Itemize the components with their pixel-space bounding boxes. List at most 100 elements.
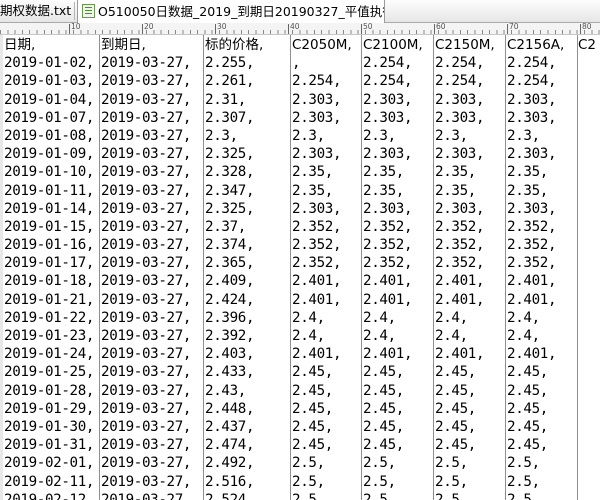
table-cell: 2.325, [205, 200, 255, 217]
table-cell: 2019-03-27, [101, 200, 192, 217]
ruler-number: 20 [144, 23, 154, 31]
table-cell: 2.45, [363, 382, 404, 399]
table-cell: 2019-01-09, [4, 146, 95, 163]
table-cell: 2.3, [363, 127, 396, 144]
table-cell: 2019-01-14, [4, 200, 95, 217]
table-cell: 2019-03-27, [101, 328, 192, 344]
ruler-number: 70 [509, 23, 519, 31]
table-cell: 2.392, [205, 328, 255, 344]
header-cell-c2100m: C2100M, [363, 37, 423, 53]
ruler-major-tick [580, 24, 581, 34]
table-cell: 2019-01-30, [4, 418, 95, 435]
table-cell: 2.45, [292, 437, 333, 454]
table-cell: 2.5, [292, 491, 325, 500]
table-cell: 2.401, [363, 346, 413, 363]
table-cell: 2.4, [435, 328, 468, 344]
table-cell: 2.35, [435, 182, 476, 199]
table-cell: 2.35, [292, 164, 333, 181]
table-cell: 2.31, [205, 91, 246, 108]
table-cell: 2.303, [507, 146, 557, 163]
table-cell: 2.474, [205, 437, 255, 454]
table-cell: 2.45, [292, 364, 333, 381]
table-cell: 2019-03-27, [101, 382, 192, 399]
table-cell: 2.303, [363, 146, 413, 163]
table-cell: 2.261, [205, 73, 255, 90]
table-cell: 2.303, [292, 146, 342, 163]
table-cell: 2019-02-11, [4, 473, 95, 490]
table-cell: 2.352, [435, 237, 485, 254]
table-cell: 2019-01-16, [4, 237, 95, 254]
table-cell: 2.4, [507, 328, 540, 344]
table-cell: 2.45, [507, 418, 548, 435]
table-cell: 2.3, [435, 127, 468, 144]
table-cell: 2.5, [435, 491, 468, 500]
table-cell: 2.401, [507, 291, 557, 308]
table-cell: 2.5, [507, 455, 540, 472]
table-cell: 2019-03-27, [101, 437, 192, 454]
column-guide-line [577, 35, 578, 500]
table-cell: 2019-01-17, [4, 255, 95, 272]
table-cell: 2019-03-27, [101, 55, 192, 72]
table-cell: 2.303, [507, 200, 557, 217]
header-cell-expiry: 到期日, [101, 37, 146, 53]
tab-separator [74, 2, 75, 20]
ruler-number: 40 [290, 23, 300, 31]
table-cell: 2019-03-27, [101, 455, 192, 472]
table-cell: 2019-03-27, [101, 473, 192, 490]
ruler-major-tick [434, 24, 435, 34]
tab-option-data-txt[interactable]: 期权数据.txt [0, 0, 71, 21]
table-cell: 2.45, [507, 364, 548, 381]
table-cell: 2.352, [507, 218, 557, 235]
table-cell: 2.45, [363, 437, 404, 454]
table-cell: 2.35, [363, 164, 404, 181]
table-cell: 2019-03-27, [101, 182, 192, 199]
header-cell-date: 日期, [4, 37, 36, 53]
table-cell: 2.303, [435, 91, 485, 108]
table-cell: 2.4, [435, 309, 468, 326]
table-cell: 2.303, [507, 109, 557, 126]
table-cell: 2.45, [435, 437, 476, 454]
ruler-number: 30 [217, 23, 227, 31]
table-cell: 2019-03-27, [101, 309, 192, 326]
table-cell: 2.516, [205, 473, 255, 490]
table-cell: 2.303, [292, 200, 342, 217]
table-cell: 2.35, [435, 164, 476, 181]
table-cell: 2019-03-27, [101, 273, 192, 290]
tab-label: O510050日数据_2019_到期日20190327_平值执行价.csv [98, 4, 384, 19]
table-cell: 2.303, [435, 200, 485, 217]
tab-option-csv-active[interactable]: O510050日数据_2019_到期日20190327_平值执行价.csv [77, 0, 385, 23]
table-cell: 2.5, [435, 455, 468, 472]
table-cell: 2.254, [507, 55, 557, 72]
column-guide-line [361, 35, 362, 500]
ruler-number: 10 [71, 23, 81, 31]
table-cell: 2.352, [435, 218, 485, 235]
table-cell: 2019-03-27, [101, 73, 192, 90]
ruler-number: 60 [436, 23, 446, 31]
table-cell: , [292, 55, 301, 72]
table-cell: 2019-03-27, [101, 109, 192, 126]
table-cell: 2.433, [205, 364, 255, 381]
table-cell: 2.254, [292, 73, 342, 90]
table-cell: 2.35, [507, 182, 548, 199]
table-cell: 2019-03-27, [101, 418, 192, 435]
table-cell: 2.401, [292, 346, 342, 363]
table-cell: 2.374, [205, 237, 255, 254]
table-cell: 2019-03-27, [101, 291, 192, 308]
table-cell: 2.3, [205, 127, 238, 144]
table-cell: 2.396, [205, 309, 255, 326]
table-cell: 2.492, [205, 455, 255, 472]
table-cell: 2.328, [205, 164, 255, 181]
table-cell: 2.365, [205, 255, 255, 272]
table-cell: 2.401, [292, 273, 342, 290]
table-cell: 2019-01-15, [4, 218, 95, 235]
ruler-major-tick [215, 24, 216, 34]
table-cell: 2019-03-27, [101, 237, 192, 254]
text-editor-area[interactable]: 日期, 到期日, 标的价格, C2050M, C2100M, C2150M, C… [0, 35, 600, 500]
table-cell: 2.45, [292, 400, 333, 417]
table-cell: 2.303, [435, 146, 485, 163]
table-cell: 2.5, [292, 455, 325, 472]
table-cell: 2.352, [292, 218, 342, 235]
header-cell-c2150m: C2150M, [435, 37, 495, 53]
table-cell: 2.45, [435, 418, 476, 435]
table-cell: 2.45, [507, 437, 548, 454]
